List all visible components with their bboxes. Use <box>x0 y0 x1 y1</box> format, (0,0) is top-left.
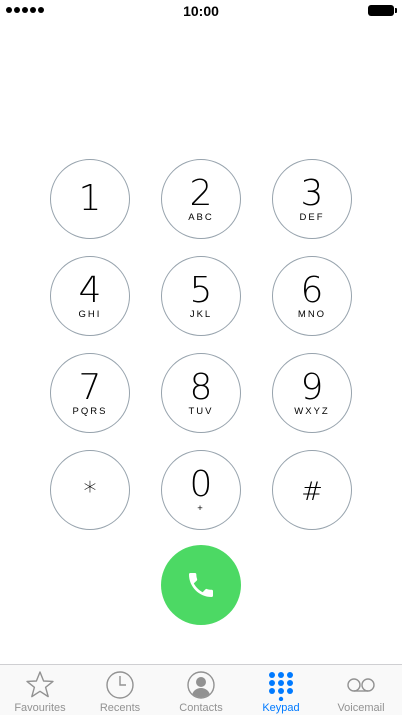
key-digit: 4 <box>78 270 102 311</box>
key-digit: 6 <box>300 270 324 311</box>
key-digit: 1 <box>78 178 102 219</box>
key-letters: PQRS <box>72 406 108 417</box>
key-digit: 8 <box>189 367 213 408</box>
star-icon <box>26 671 54 698</box>
battery-full-icon <box>368 5 397 16</box>
key-letters: ABC <box>188 212 214 223</box>
tab-bar: Favourites Recents Contacts Keypad Voice… <box>0 664 402 715</box>
key-digit: 0 <box>189 464 213 505</box>
key-digit: * <box>83 477 97 507</box>
status-time: 10:00 <box>183 3 219 19</box>
key-letters: JKL <box>189 309 213 320</box>
key-4[interactable]: 4 GHI <box>50 256 130 336</box>
key-digit: 5 <box>189 270 213 311</box>
key-letters: DEF <box>299 212 325 223</box>
tab-recents[interactable]: Recents <box>80 665 160 715</box>
contact-icon <box>187 671 215 699</box>
status-bar: 10:00 <box>0 0 402 22</box>
key-letters: TUV <box>188 406 214 417</box>
keypad-grid-icon <box>269 672 293 701</box>
key-digit: # <box>301 477 323 507</box>
key-9[interactable]: 9 WXYZ <box>272 353 352 433</box>
key-2[interactable]: 2 ABC <box>161 159 241 239</box>
key-digit: 7 <box>78 367 102 408</box>
key-0[interactable]: 0 + <box>161 450 241 530</box>
tab-contacts[interactable]: Contacts <box>161 665 241 715</box>
key-hash[interactable]: # <box>272 450 352 530</box>
clock-icon <box>106 671 134 699</box>
key-star[interactable]: * <box>50 450 130 530</box>
call-button[interactable] <box>161 545 241 625</box>
tab-label: Favourites <box>14 702 66 714</box>
tab-keypad[interactable]: Keypad <box>241 665 321 715</box>
key-letters: WXYZ <box>294 406 330 417</box>
tab-voicemail[interactable]: Voicemail <box>321 665 401 715</box>
key-1[interactable]: 1 <box>50 159 130 239</box>
tab-label: Contacts <box>179 702 223 714</box>
key-6[interactable]: 6 MNO <box>272 256 352 336</box>
key-letters: + <box>197 503 205 514</box>
tab-label: Recents <box>99 702 141 714</box>
tab-label: Keypad <box>262 702 300 714</box>
key-3[interactable]: 3 DEF <box>272 159 352 239</box>
voicemail-icon <box>347 678 375 692</box>
key-digit: 3 <box>300 173 324 214</box>
tab-favourites[interactable]: Favourites <box>0 665 80 715</box>
key-letters: MNO <box>297 309 327 320</box>
tab-label: Voicemail <box>337 702 385 714</box>
key-digit: 2 <box>189 173 213 214</box>
key-letters: GHI <box>78 309 102 320</box>
key-7[interactable]: 7 PQRS <box>50 353 130 433</box>
phone-handset-icon <box>189 573 213 597</box>
key-8[interactable]: 8 TUV <box>161 353 241 433</box>
key-digit: 9 <box>300 367 324 408</box>
key-5[interactable]: 5 JKL <box>161 256 241 336</box>
